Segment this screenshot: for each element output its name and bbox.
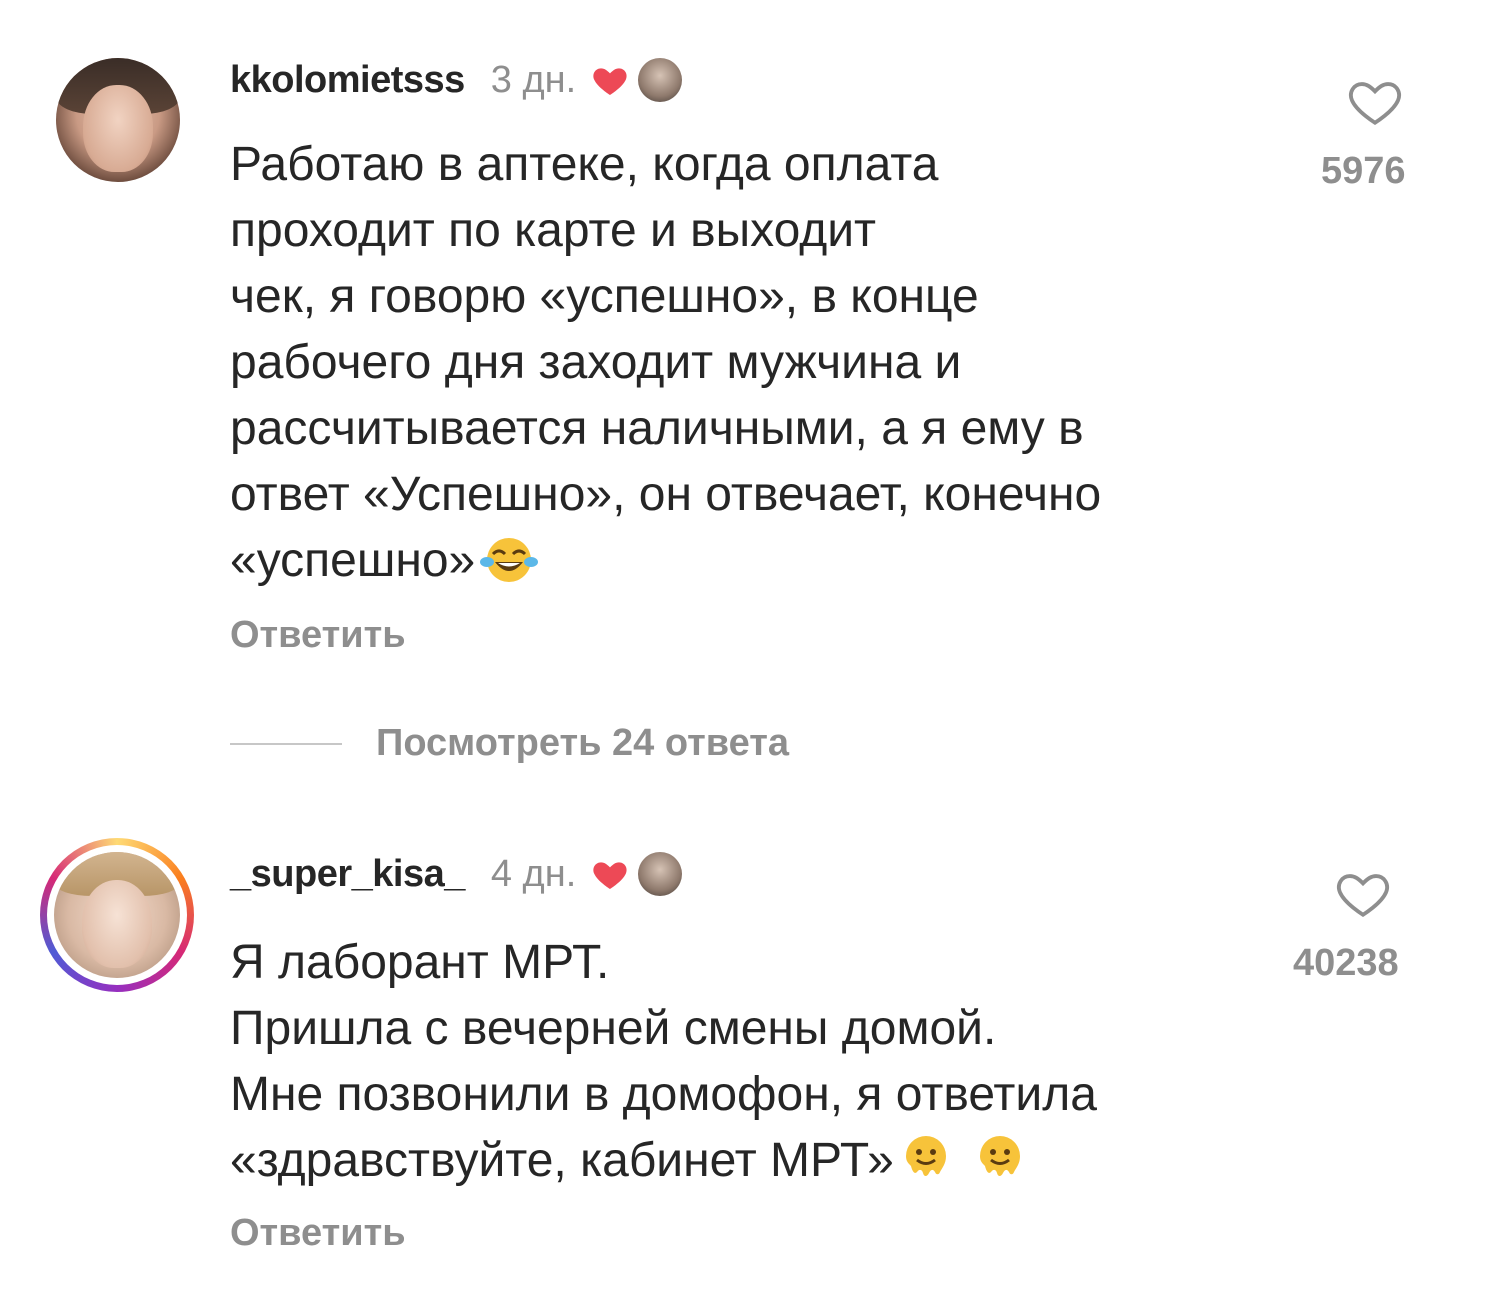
comment-meta: _super_kisa_ 4 дн. <box>230 846 683 902</box>
view-replies[interactable]: Посмотреть 24 ответа <box>230 722 789 765</box>
creator-avatar <box>638 852 683 896</box>
view-replies-label[interactable]: Посмотреть 24 ответа <box>376 722 789 765</box>
avatar[interactable] <box>56 58 180 182</box>
story-ring[interactable] <box>40 838 194 992</box>
creator-avatar <box>638 58 683 102</box>
like-count: 40238 <box>1293 942 1399 984</box>
username[interactable]: kkolomietsss <box>230 59 465 102</box>
melting-face-emoji-icon <box>905 1136 946 1176</box>
laughing-tears-emoji-icon <box>480 538 539 582</box>
heart-filled-icon <box>593 68 627 95</box>
melting-face-emoji-icon <box>979 1136 1020 1176</box>
avatar[interactable] <box>54 852 180 978</box>
comment-meta: kkolomietsss 3 дн. <box>230 52 683 108</box>
comment-text: Работаю в аптеке, когда оплата проходит … <box>230 138 1102 587</box>
comment-text: Я лаборант МРТ. Пришла с вечерней смены … <box>230 936 1097 1187</box>
timestamp: 4 дн. <box>490 852 577 895</box>
reply-button[interactable]: Ответить <box>230 1212 406 1255</box>
like-count: 5976 <box>1321 150 1406 192</box>
timestamp: 3 дн. <box>490 58 577 101</box>
heart-outline-icon[interactable] <box>1346 74 1404 128</box>
divider <box>230 742 342 745</box>
heart-outline-icon[interactable] <box>1334 866 1392 920</box>
heart-filled-icon <box>593 862 627 889</box>
reply-button[interactable]: Ответить <box>230 614 406 657</box>
username[interactable]: _super_kisa_ <box>230 853 465 896</box>
